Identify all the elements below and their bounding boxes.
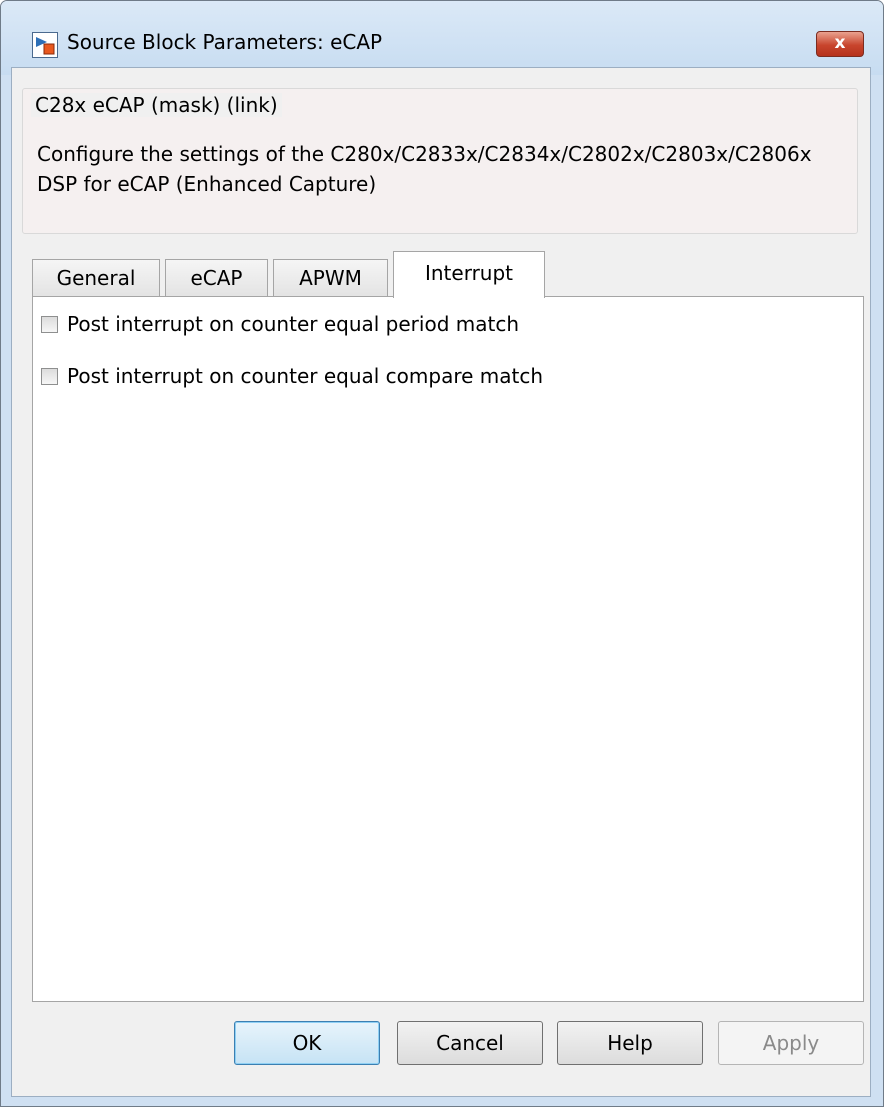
period-match-checkbox[interactable] bbox=[41, 316, 58, 333]
window-title: Source Block Parameters: eCAP bbox=[67, 30, 383, 54]
tab-interrupt[interactable]: Interrupt bbox=[393, 251, 545, 298]
tab-interrupt-label: Interrupt bbox=[424, 261, 514, 285]
title-bar[interactable]: Source Block Parameters: eCAP x bbox=[1, 1, 883, 75]
tab-apwm[interactable]: APWM bbox=[273, 259, 388, 297]
ok-button[interactable]: OK bbox=[234, 1021, 380, 1065]
help-button[interactable]: Help bbox=[557, 1021, 703, 1065]
mask-description-text: Configure the settings of the C280x/C283… bbox=[37, 142, 812, 196]
compare-match-checkbox[interactable] bbox=[41, 368, 58, 385]
dialog-client-area: C28x eCAP (mask) (link) Configure the se… bbox=[11, 67, 871, 1097]
close-button[interactable]: x bbox=[816, 31, 864, 57]
mask-group-title: C28x eCAP (mask) (link) bbox=[31, 93, 282, 117]
tab-general-label: General bbox=[56, 266, 136, 290]
tab-ecap[interactable]: eCAP bbox=[165, 259, 268, 297]
compare-match-label: Post interrupt on counter equal compare … bbox=[67, 364, 544, 388]
mask-description-group: C28x eCAP (mask) (link) Configure the se… bbox=[22, 88, 858, 234]
close-icon: x bbox=[834, 33, 846, 53]
interrupt-tab-panel: Post interrupt on counter equal period m… bbox=[32, 296, 864, 1002]
period-match-label: Post interrupt on counter equal period m… bbox=[67, 312, 519, 336]
apply-button[interactable]: Apply bbox=[718, 1021, 864, 1065]
simulink-block-icon bbox=[32, 32, 58, 58]
parameter-tabs: General eCAP APWM Interrupt bbox=[32, 251, 862, 298]
tab-ecap-label: eCAP bbox=[190, 266, 243, 290]
cancel-button[interactable]: Cancel bbox=[397, 1021, 543, 1065]
tab-apwm-label: APWM bbox=[299, 266, 362, 290]
dialog-window: Source Block Parameters: eCAP x C28x eCA… bbox=[0, 0, 884, 1107]
tab-general[interactable]: General bbox=[32, 259, 160, 297]
